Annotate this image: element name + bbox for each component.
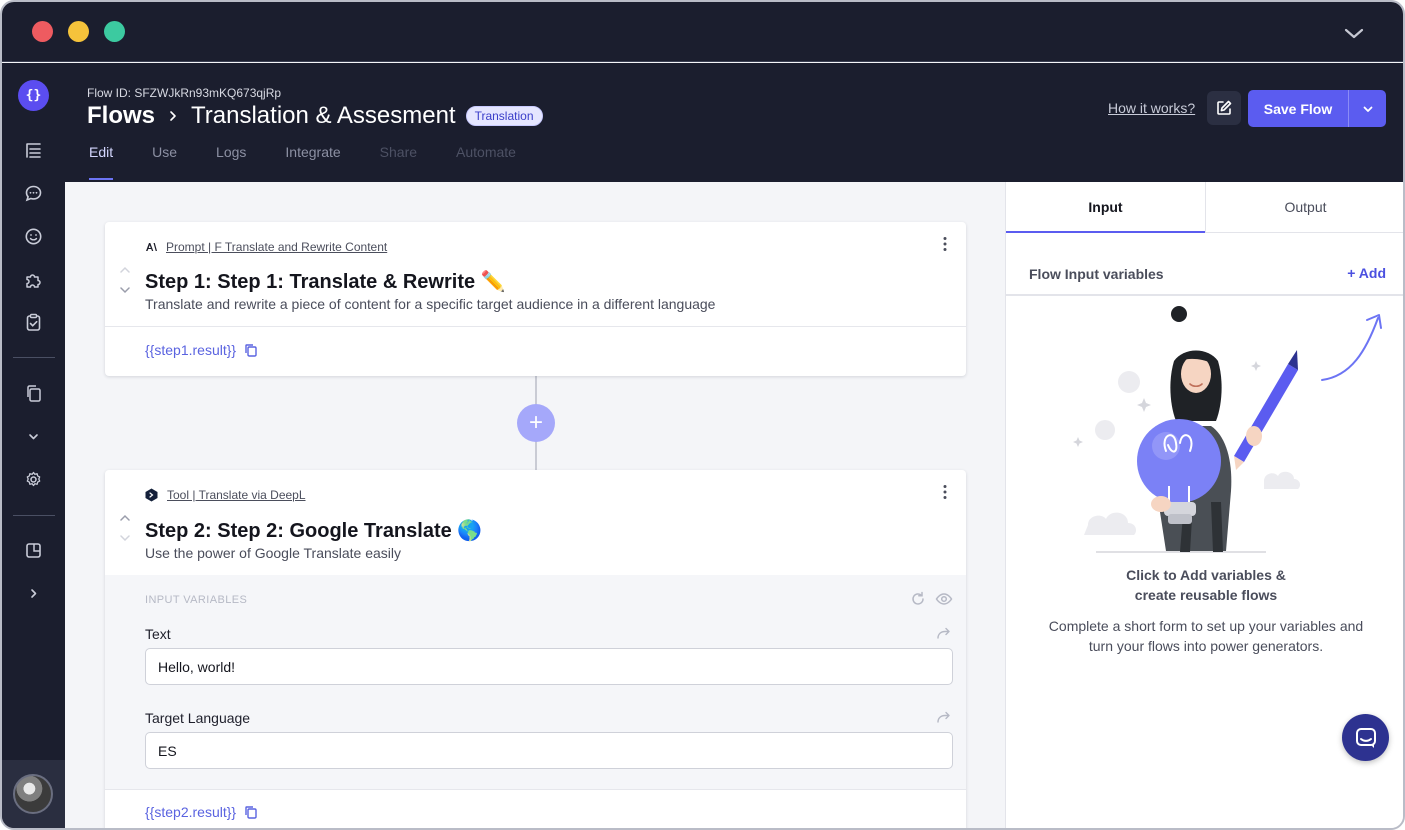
chevron-right-icon: [170, 111, 176, 121]
anthropic-logo-icon: [146, 243, 157, 251]
target-language-input[interactable]: [145, 732, 953, 769]
settings-icon[interactable]: [23, 469, 44, 490]
sidebar-divider: [13, 515, 55, 516]
app-logo[interactable]: {}: [18, 80, 49, 111]
copy-icon[interactable]: [244, 343, 258, 357]
list-tree-icon[interactable]: [23, 140, 44, 161]
step-tag-link[interactable]: Tool | Translate via DeepL: [167, 488, 306, 502]
tab-share: Share: [379, 144, 418, 160]
flow-input-variables-row: Flow Input variables + Add: [1006, 233, 1403, 296]
left-sidebar: {}: [2, 63, 65, 828]
minimize-window-button[interactable]: [68, 21, 89, 42]
copy-icon[interactable]: [244, 805, 258, 819]
category-badge: Translation: [465, 106, 543, 126]
edit-flow-button[interactable]: [1207, 91, 1241, 125]
step-description: Use the power of Google Translate easily: [145, 545, 402, 561]
step-tag: Prompt | F Translate and Rewrite Content: [145, 240, 387, 254]
tab-output[interactable]: Output: [1205, 182, 1403, 232]
result-variable: {{step1.result}}: [145, 342, 237, 358]
title-bar: [2, 2, 1403, 62]
step-result: {{step1.result}}: [145, 342, 258, 358]
how-it-works-link[interactable]: How it works?: [1108, 100, 1195, 116]
breadcrumb-flows[interactable]: Flows: [87, 102, 155, 130]
chevron-right-icon[interactable]: [23, 583, 44, 604]
share-arrow-icon[interactable]: [936, 625, 952, 641]
save-flow-group: Save Flow: [1248, 90, 1386, 127]
breadcrumb: Flows Translation & Assesment Translatio…: [87, 101, 543, 131]
step-title[interactable]: Step 1: Step 1: Translate & Rewrite ✏️: [145, 269, 506, 294]
share-arrow-icon[interactable]: [936, 709, 952, 725]
expand-chevron-down-icon[interactable]: [23, 426, 44, 447]
input-variables-panel: INPUT VARIABLES Text Target La: [105, 575, 966, 789]
clipboard-check-icon[interactable]: [23, 312, 44, 333]
flow-header: Flow ID: SFZWJkRn93mKQ673qjRp Flows Tran…: [65, 63, 1403, 182]
add-variable-button[interactable]: + Add: [1347, 265, 1386, 281]
maximize-window-button[interactable]: [104, 21, 125, 42]
page-title: Translation & Assesment: [191, 102, 456, 129]
empty-state-description: Complete a short form to set up your var…: [1048, 618, 1364, 654]
flow-input-variables-label: Flow Input variables: [1029, 266, 1164, 282]
more-vertical-icon[interactable]: [942, 236, 948, 252]
save-options-dropdown[interactable]: [1348, 90, 1386, 127]
step-card-2: Tool | Translate via DeepL Step 2: Step …: [105, 470, 966, 828]
avatar[interactable]: [13, 774, 53, 814]
tab-logs[interactable]: Logs: [216, 144, 246, 182]
more-vertical-icon[interactable]: [942, 484, 948, 500]
deepl-logo-icon: [145, 488, 158, 502]
field-label-target-language: Target Language: [145, 710, 251, 726]
input-variables-actions: [909, 590, 953, 608]
chevron-down-icon: [1363, 106, 1372, 112]
save-flow-button[interactable]: Save Flow: [1248, 90, 1348, 127]
io-panel: Input Output Flow Input variables + Add: [1005, 182, 1403, 828]
step-title[interactable]: Step 2: Step 2: Google Translate 🌎: [145, 518, 482, 543]
step-result: {{step2.result}}: [145, 804, 258, 820]
smile-icon[interactable]: [23, 226, 44, 247]
tab-automate: Automate: [456, 144, 516, 160]
flow-tabs: Edit Use Logs Integrate Share Automate: [89, 144, 555, 182]
card-divider: [105, 326, 966, 327]
files-icon[interactable]: [23, 383, 44, 404]
support-chat-button[interactable]: [1342, 714, 1389, 761]
panel-icon[interactable]: [23, 540, 44, 561]
field-label-text: Text: [145, 626, 171, 642]
tab-use[interactable]: Use: [152, 144, 177, 182]
step-tag-link[interactable]: Prompt | F Translate and Rewrite Content: [166, 240, 387, 254]
step-tag: Tool | Translate via DeepL: [145, 488, 306, 502]
io-tabs: Input Output: [1006, 182, 1403, 233]
close-window-button[interactable]: [32, 21, 53, 42]
edit-icon: [1217, 100, 1232, 115]
puzzle-icon[interactable]: [23, 269, 44, 290]
eye-icon[interactable]: [935, 590, 953, 608]
text-input[interactable]: [145, 648, 953, 685]
reorder-arrows-icon[interactable]: [118, 264, 132, 296]
user-menu[interactable]: [2, 760, 65, 828]
tab-edit[interactable]: Edit: [89, 144, 114, 182]
chat-bubble-icon: [1355, 727, 1376, 748]
refresh-icon[interactable]: [909, 590, 927, 608]
empty-state-title: Click to Add variables & create reusable…: [1126, 567, 1286, 603]
tab-input[interactable]: Input: [1006, 182, 1205, 233]
card-divider: [105, 789, 966, 790]
sidebar-divider: [13, 357, 55, 358]
step-card-1: Prompt | F Translate and Rewrite Content…: [105, 222, 966, 376]
app-window: {} Flow ID: SFZWJkRn93mKQ673qjRp Flows T…: [0, 0, 1405, 830]
chevron-down-icon[interactable]: [1343, 22, 1365, 44]
result-variable: {{step2.result}}: [145, 804, 237, 820]
add-step-button[interactable]: +: [517, 404, 555, 442]
chat-icon[interactable]: [23, 183, 44, 204]
flow-id: Flow ID: SFZWJkRn93mKQ673qjRp: [87, 86, 282, 100]
flow-canvas: + Prompt | F Translate and Rewrite Conte…: [65, 182, 1005, 828]
step-description: Translate and rewrite a piece of content…: [145, 296, 716, 312]
tab-integrate[interactable]: Integrate: [285, 144, 340, 182]
input-variables-heading: INPUT VARIABLES: [145, 594, 248, 606]
reorder-arrows-icon[interactable]: [118, 512, 132, 544]
empty-state-illustration: [1073, 306, 1382, 553]
